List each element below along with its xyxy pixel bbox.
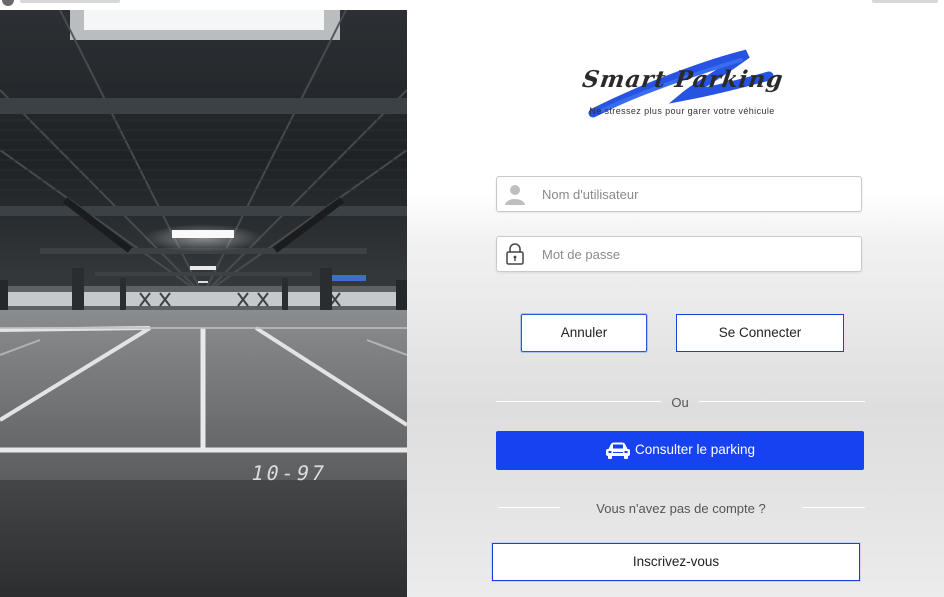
parking-garage-photo: 10-96 10-97 — [0, 10, 407, 597]
separator-line-left — [496, 401, 661, 402]
separator-line-right — [699, 401, 865, 402]
separator-line-right-2 — [802, 507, 865, 508]
app-icon — [2, 0, 14, 6]
consult-parking-label: Consulter le parking — [635, 442, 756, 457]
car-icon — [606, 442, 630, 459]
spot-number-right: 10-97 — [249, 461, 329, 485]
or-label: Ou — [671, 395, 689, 410]
username-field[interactable]: Nom d'utilisateur — [496, 176, 862, 212]
window-titlebar — [0, 0, 944, 10]
brand-title: Smart Parking — [580, 66, 786, 93]
window-title — [20, 0, 120, 3]
smart-parking-logo: Smart Parking Ne stressez plus pour gare… — [557, 46, 807, 126]
register-button[interactable]: Inscrivez-vous — [492, 543, 860, 581]
password-field[interactable]: Mot de passe — [496, 236, 862, 272]
no-account-label: Vous n'avez pas de compte ? — [596, 501, 766, 516]
password-placeholder: Mot de passe — [542, 247, 621, 262]
window-controls[interactable] — [872, 0, 938, 3]
username-placeholder: Nom d'utilisateur — [542, 187, 639, 202]
login-panel: Smart Parking Ne stressez plus pour gare… — [407, 10, 944, 597]
brand-tagline: Ne stressez plus pour garer votre véhicu… — [589, 106, 775, 116]
user-icon — [505, 185, 525, 205]
cancel-button[interactable]: Annuler — [521, 314, 647, 352]
separator-line-left-2 — [498, 507, 560, 508]
lock-icon — [506, 243, 524, 265]
connect-button[interactable]: Se Connecter — [676, 314, 844, 352]
consult-parking-button[interactable]: Consulter le parking — [496, 431, 864, 470]
